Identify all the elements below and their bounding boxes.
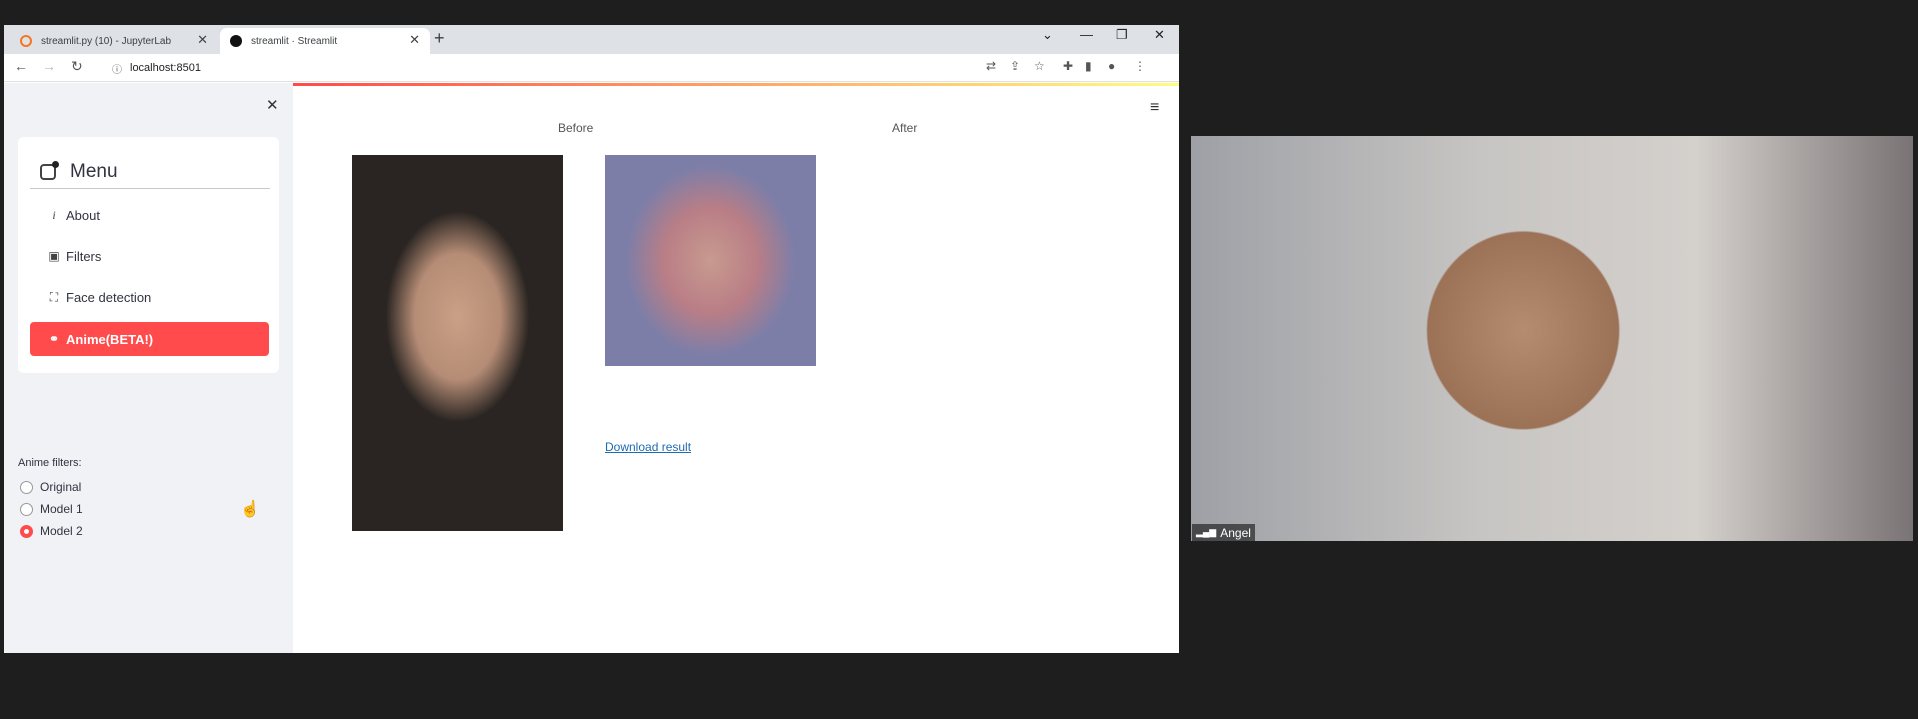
menu-title: Menu xyxy=(70,160,118,182)
after-anime-image xyxy=(605,155,816,366)
close-sidebar-icon[interactable]: ✕ xyxy=(266,96,279,114)
image-icon: ▣ xyxy=(48,249,60,263)
menu-item-label: Face detection xyxy=(66,289,152,305)
signal-strength-icon: ▂▄▆ xyxy=(1196,527,1217,537)
download-result-link[interactable]: Download result xyxy=(605,440,691,454)
menu-header: Menu xyxy=(30,155,270,189)
radio-label: Original xyxy=(40,480,82,494)
radio-model-2[interactable]: Model 2 xyxy=(20,522,83,540)
hamburger-menu-icon[interactable]: ≡ xyxy=(1150,99,1159,117)
after-caption: After xyxy=(892,121,918,135)
tab-strip: streamlit.py (10) - JupyterLab ✕ streaml… xyxy=(4,25,1179,54)
close-tab-icon[interactable]: ✕ xyxy=(409,32,420,48)
menu-item-label: Filters xyxy=(66,248,102,264)
header-decoration xyxy=(293,83,1179,86)
forward-arrow-icon[interactable]: → xyxy=(42,58,56,74)
minimize-icon[interactable]: — xyxy=(1080,27,1093,42)
reload-icon[interactable]: ↻ xyxy=(71,58,83,75)
tab-streamlit[interactable]: streamlit · Streamlit ✕ xyxy=(220,28,430,54)
radio-label: Model 2 xyxy=(40,524,83,538)
close-tab-icon[interactable]: ✕ xyxy=(197,32,208,48)
info-circle-icon: ⓘ xyxy=(112,64,122,76)
radio-button[interactable] xyxy=(20,502,33,516)
tab-label: streamlit.py (10) - JupyterLab xyxy=(41,35,172,47)
radio-label: Model 1 xyxy=(40,502,83,516)
participant-name-badge: ▂▄▆ Angel xyxy=(1192,524,1255,541)
info-icon: i xyxy=(52,207,56,222)
streamlit-favicon-icon xyxy=(230,35,242,47)
before-caption: Before xyxy=(558,121,594,135)
close-window-icon[interactable]: ✕ xyxy=(1154,27,1165,43)
menu-item-filters[interactable]: ▣ Filters xyxy=(30,239,269,273)
jupyter-favicon-icon xyxy=(20,35,32,47)
app-indicator-icon xyxy=(40,160,59,180)
radio-original[interactable]: Original xyxy=(20,478,81,496)
before-image xyxy=(352,155,563,531)
tab-label: streamlit · Streamlit xyxy=(251,35,338,47)
radio-button-selected[interactable] xyxy=(20,524,33,538)
menu-item-about[interactable]: i About xyxy=(30,198,269,232)
bookmark-star-icon[interactable]: ☆ xyxy=(1034,59,1045,73)
address-bar[interactable]: ⓘ localhost:8501 xyxy=(102,57,982,79)
translate-icon[interactable]: ⇄ xyxy=(986,59,996,73)
hand-cursor-icon: ☝ xyxy=(240,501,260,518)
url-text: localhost:8501 xyxy=(130,62,201,74)
more-vert-icon[interactable]: ⋮ xyxy=(1134,59,1146,73)
share-icon[interactable]: ⇪ xyxy=(1010,59,1020,73)
anime-filters-label: Anime filters: xyxy=(18,457,82,469)
radio-button[interactable] xyxy=(20,480,33,494)
restore-icon[interactable]: ❐ xyxy=(1116,27,1128,43)
participant-name: Angel xyxy=(1220,525,1251,540)
tab-jupyterlab[interactable]: streamlit.py (10) - JupyterLab ✕ xyxy=(10,28,218,54)
menu-item-label: About xyxy=(66,207,100,223)
webcam-video xyxy=(1191,136,1913,541)
person-bounding-box-icon: ⛶ xyxy=(49,289,59,304)
profile-icon[interactable]: ● xyxy=(1108,59,1115,73)
side-panel-icon[interactable]: ▮ xyxy=(1085,59,1092,73)
menu-item-label: Anime(BETA!) xyxy=(66,331,154,347)
menu-item-anime[interactable]: ⚭ Anime(BETA!) xyxy=(30,322,269,356)
new-tab-icon[interactable]: + xyxy=(434,28,445,49)
extensions-puzzle-icon[interactable]: ✚ xyxy=(1063,59,1073,73)
menu-item-face-detection[interactable]: ⛶ Face detection xyxy=(30,280,269,314)
tab-search-chevron-icon[interactable]: ⌄ xyxy=(1042,27,1053,43)
link-icon: ⚭ xyxy=(48,332,60,346)
radio-model-1[interactable]: Model 1 xyxy=(20,500,83,518)
back-arrow-icon[interactable]: ← xyxy=(14,58,28,74)
browser-window: streamlit.py (10) - JupyterLab ✕ streaml… xyxy=(4,25,1179,653)
